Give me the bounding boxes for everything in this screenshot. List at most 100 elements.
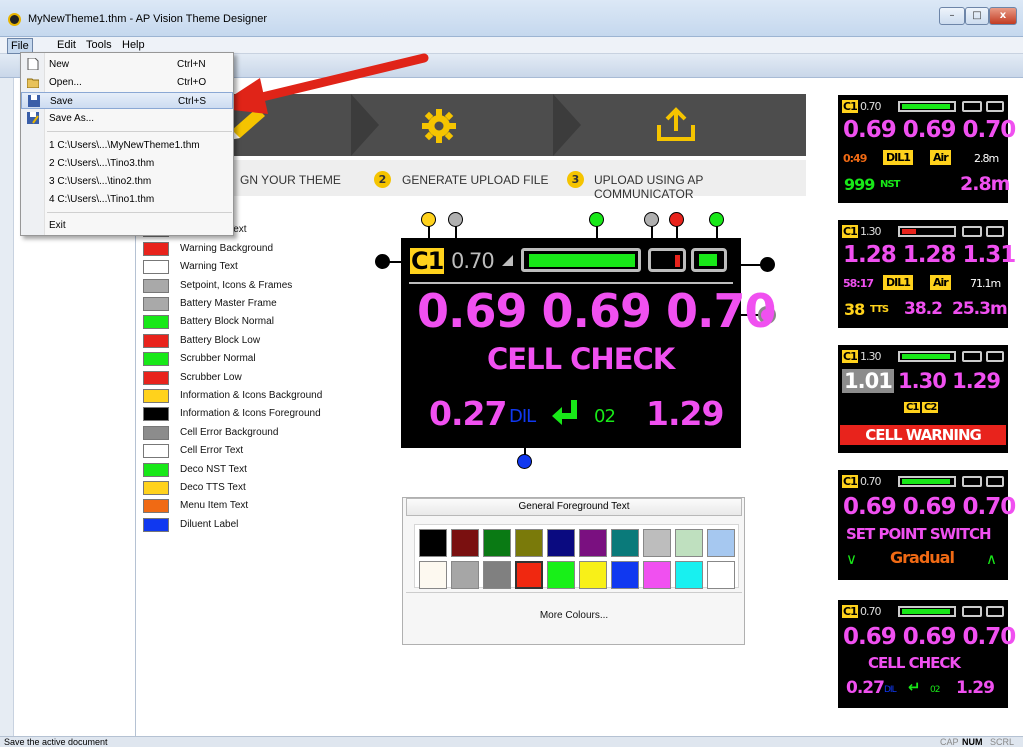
menu-tools[interactable]: Tools (83, 38, 115, 52)
theme-swatch[interactable] (143, 297, 169, 311)
theme-preview-card[interactable]: C1 0.70 0.69 0.69 0.70 0:49 DIL1 Air 2.8m 999 NS… (838, 95, 1016, 203)
theme-swatch[interactable] (143, 481, 169, 495)
palette-color-swatch[interactable] (643, 561, 671, 589)
preview-cell-badge: C1 (842, 475, 858, 488)
menu-help[interactable]: Help (119, 38, 148, 52)
preview-setpoint: 0.70 (860, 605, 881, 618)
theme-preview-card[interactable]: C1 1.30 1.28 1.28 1.31 58:17 DIL1 Air 71.1m 38 T… (838, 220, 1016, 328)
theme-item-label[interactable]: Battery Master Frame (180, 298, 277, 309)
theme-item-label[interactable]: Cell Error Background (180, 427, 278, 438)
theme-swatch[interactable] (143, 260, 169, 274)
minimize-button[interactable]: – (939, 7, 965, 25)
theme-item-label[interactable]: Warning Background (180, 243, 273, 254)
menu-item-new[interactable]: New Ctrl+N (21, 56, 233, 73)
palette-color-swatch[interactable] (419, 561, 447, 589)
palette-color-swatch[interactable] (579, 561, 607, 589)
recent-file-1[interactable]: 1 C:\Users\...\MyNewTheme1.thm (21, 137, 233, 154)
menu-item-exit[interactable]: Exit (21, 217, 233, 234)
palette-color-swatch[interactable] (707, 561, 735, 589)
theme-item-label[interactable]: Deco NST Text (180, 464, 247, 475)
scroll-indicator: SCRL (990, 737, 1015, 747)
preview-c1: C1 (904, 402, 921, 413)
theme-item-label[interactable]: Scrubber Low (180, 372, 242, 383)
step-3-label[interactable]: UPLOAD USING AP COMMUNICATOR (594, 173, 806, 201)
theme-item-label[interactable]: Diluent Label (180, 519, 238, 530)
battery-level (529, 254, 635, 267)
theme-preview-card[interactable]: C1 0.70 0.69 0.69 0.70 SET POINT SWITCH ∨ Gra… (838, 470, 1016, 580)
theme-item-label[interactable]: Menu Item Text (180, 500, 248, 511)
step-2-label[interactable]: GENERATE UPLOAD FILE (402, 173, 548, 187)
palette-color-swatch[interactable] (515, 529, 543, 557)
theme-swatch[interactable] (143, 407, 169, 421)
menu-edit[interactable]: Edit (54, 38, 79, 52)
recent-file-4[interactable]: 4 C:\Users\...\Tino1.thm (21, 191, 233, 208)
pin-battery-frame[interactable] (644, 212, 659, 227)
theme-swatch[interactable] (143, 242, 169, 256)
more-colours-button[interactable]: More Colours... (406, 592, 742, 640)
gear-icon[interactable] (421, 108, 457, 144)
menu-item-save-as[interactable]: Save As... (21, 110, 233, 127)
preview-mode: Gradual (890, 548, 955, 567)
step-1-label[interactable]: GN YOUR THEME (240, 173, 341, 187)
pin-general-fg[interactable] (760, 257, 775, 272)
palette-color-swatch[interactable] (451, 561, 479, 589)
palette-color-swatch[interactable] (611, 561, 639, 589)
pin-battery-normal[interactable] (589, 212, 604, 227)
theme-swatch[interactable] (143, 499, 169, 513)
pin-scrubber[interactable] (709, 212, 724, 227)
palette-color-swatch[interactable] (451, 529, 479, 557)
palette-color-swatch[interactable] (675, 529, 703, 557)
preview-down-chevron[interactable]: ∨ (846, 550, 857, 568)
menu-item-open[interactable]: Open... Ctrl+O (21, 74, 233, 91)
pin-setpoint[interactable] (448, 212, 463, 227)
theme-swatch[interactable] (143, 315, 169, 329)
theme-item-label[interactable]: Setpoint, Icons & Frames (180, 280, 292, 291)
main-display-preview[interactable]: C1 0.70 0.69 0.69 0.70 CELL CHECK 0.27 D… (401, 238, 777, 448)
palette-color-swatch[interactable] (707, 529, 735, 557)
theme-item-label[interactable]: Warning Text (180, 261, 238, 272)
preview-nst-label: NST (880, 179, 900, 190)
theme-item-label[interactable]: Deco TTS Text (180, 482, 246, 493)
theme-item-label[interactable]: Battery Block Low (180, 335, 260, 346)
palette-color-swatch[interactable] (483, 561, 511, 589)
recent-file-2[interactable]: 2 C:\Users\...\Tino3.thm (21, 155, 233, 172)
palette-color-swatch[interactable] (483, 529, 511, 557)
pin-info-bg[interactable] (421, 212, 436, 227)
preview-up-chevron[interactable]: ∧ (986, 550, 997, 568)
theme-preview-card[interactable]: C1 1.30 1.01 1.30 1.29 C1 C2 CELL WARNING (838, 345, 1008, 453)
theme-item-label[interactable]: Battery Block Normal (180, 316, 274, 327)
theme-item-label[interactable]: Cell Error Text (180, 445, 243, 456)
theme-swatch[interactable] (143, 334, 169, 348)
cell-badge-text: C1 (411, 247, 444, 275)
theme-preview-card[interactable]: C1 0.70 0.69 0.69 0.70 CELL CHECK 0.27 DIL ↵ 02… (838, 600, 1016, 708)
theme-swatch[interactable] (143, 371, 169, 385)
palette-color-swatch[interactable] (419, 529, 447, 557)
palette-color-swatch[interactable] (547, 561, 575, 589)
pin-background[interactable] (375, 254, 390, 269)
theme-swatch[interactable] (143, 279, 169, 293)
menu-item-save[interactable]: Save Ctrl+S (21, 92, 233, 109)
maximize-button[interactable]: □ (965, 7, 989, 25)
pin-battery-low[interactable] (669, 212, 684, 227)
palette-color-swatch[interactable] (515, 561, 543, 589)
palette-color-swatch[interactable] (547, 529, 575, 557)
upload-icon[interactable] (656, 105, 696, 145)
palette-color-swatch[interactable] (579, 529, 607, 557)
theme-swatch[interactable] (143, 389, 169, 403)
theme-swatch[interactable] (143, 426, 169, 440)
close-button[interactable]: x (989, 7, 1017, 25)
preview-dil-value: 0.27 (846, 678, 885, 698)
palette-color-swatch[interactable] (675, 561, 703, 589)
palette-color-swatch[interactable] (611, 529, 639, 557)
recent-file-3[interactable]: 3 C:\Users\...\tino2.thm (21, 173, 233, 190)
theme-swatch[interactable] (143, 352, 169, 366)
palette-color-swatch[interactable] (643, 529, 671, 557)
theme-swatch[interactable] (143, 463, 169, 477)
theme-swatch[interactable] (143, 518, 169, 532)
theme-item-label[interactable]: Information & Icons Background (180, 390, 322, 401)
theme-swatch[interactable] (143, 444, 169, 458)
pin-diluent[interactable] (517, 454, 532, 469)
theme-item-label[interactable]: Information & Icons Foreground (180, 408, 321, 419)
theme-item-label[interactable]: Scrubber Normal (180, 353, 256, 364)
step-2-number: 2 (374, 171, 391, 188)
